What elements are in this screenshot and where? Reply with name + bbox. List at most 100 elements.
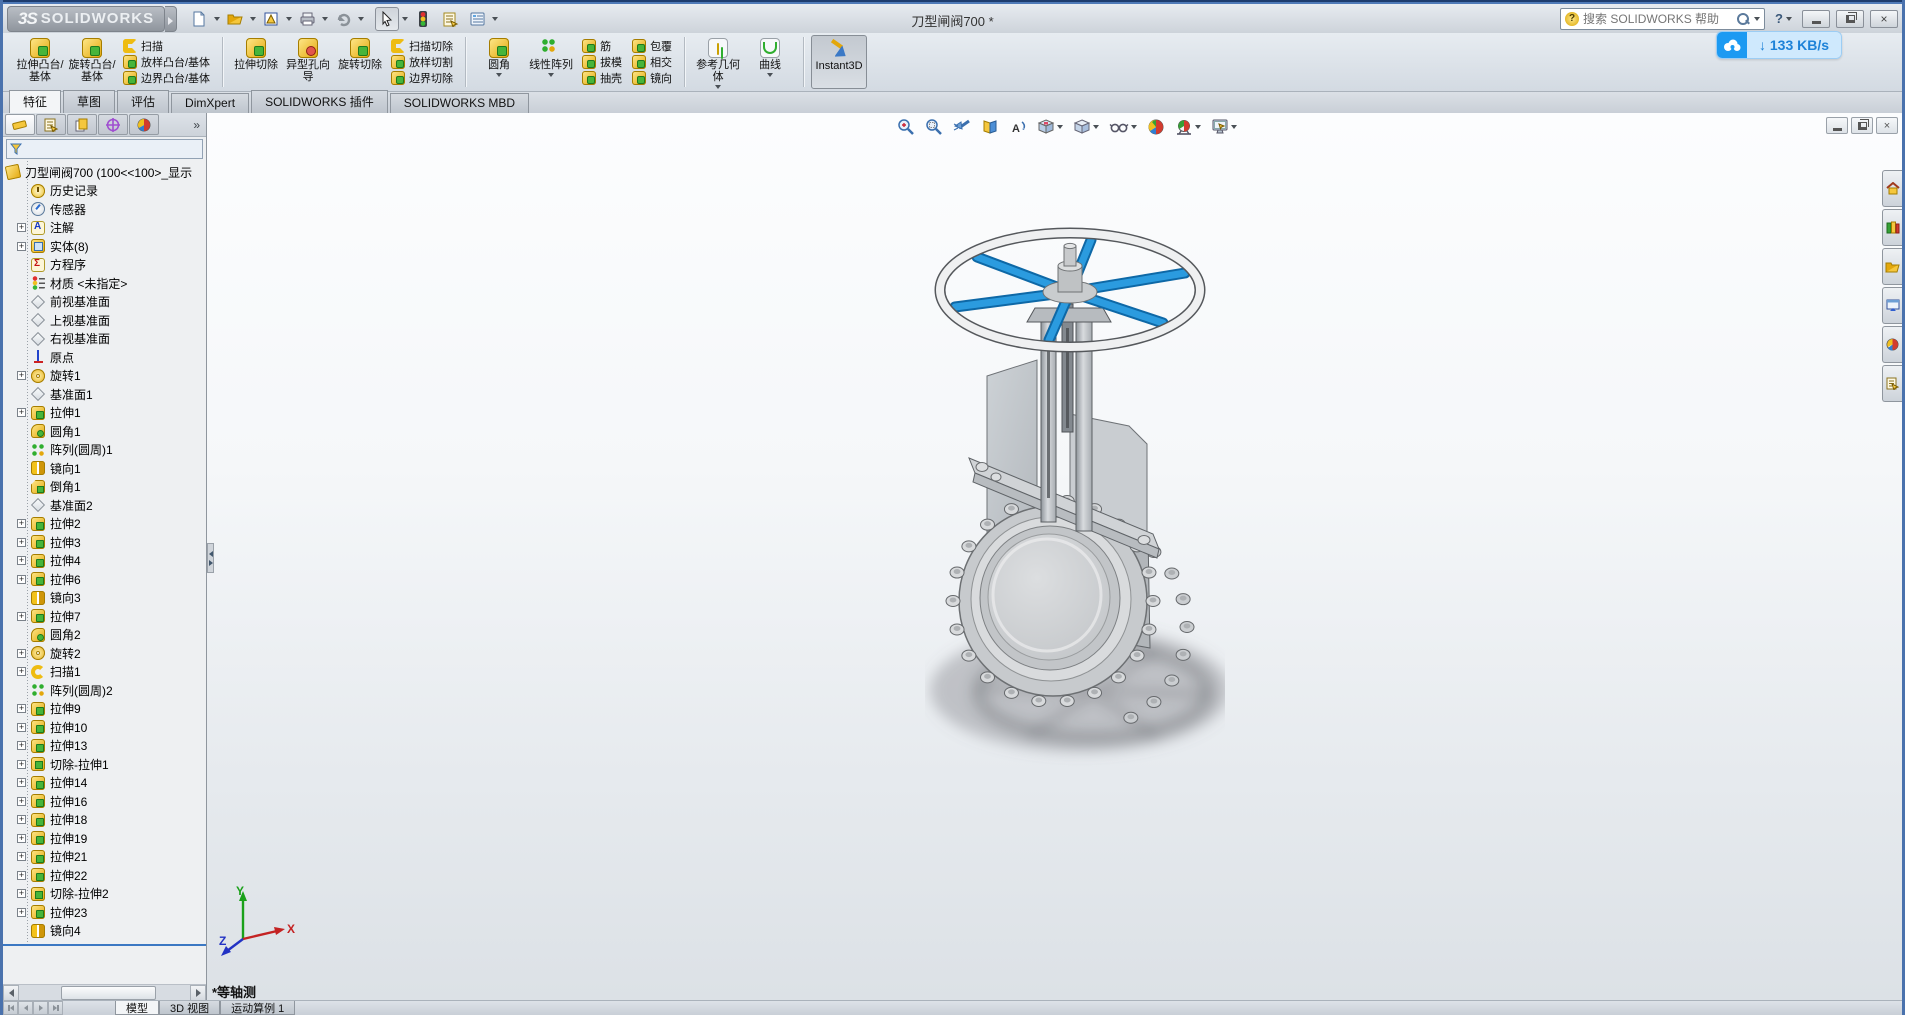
tree-filter-field[interactable] [6,139,203,159]
expand-toggle-icon[interactable]: + [17,741,26,751]
command-tab-草图[interactable]: 草图 [63,90,116,113]
expand-toggle-icon[interactable]: + [17,223,26,233]
tree-item-阵列(圆周)1[interactable]: 阵列(圆周)1 [3,441,206,460]
boundary-button[interactable]: 边界凸台/基体 [120,70,213,86]
sweep-button[interactable]: 扫描 [120,38,213,54]
open-dropdown-icon[interactable] [250,16,257,21]
tree-item-圆角1[interactable]: 圆角1 [3,422,206,441]
print-icon[interactable] [295,7,319,31]
tree-item-拉伸4[interactable]: + 拉伸4 [3,552,206,571]
new-document-icon[interactable] [187,7,211,31]
loft-button[interactable]: 放样凸台/基体 [120,54,213,70]
help-dropdown-icon[interactable] [1786,16,1792,21]
tree-item-切除-拉伸1[interactable]: + 切除-拉伸1 [3,755,206,774]
boss-extrude-button[interactable]: 拉伸凸台/基体 [14,35,66,89]
view-settings-dropdown-icon[interactable] [1231,125,1237,129]
expand-toggle-icon[interactable]: + [17,889,26,899]
open-icon[interactable] [223,7,247,31]
view-orientation-dropdown-icon[interactable] [1057,125,1063,129]
tree-item-拉伸13[interactable]: + 拉伸13 [3,737,206,756]
tree-item-拉伸3[interactable]: + 拉伸3 [3,533,206,552]
section-view-icon[interactable] [979,116,1001,138]
hide-show-items-icon[interactable] [1107,116,1139,138]
command-tab-评估[interactable]: 评估 [117,90,170,113]
nav-first-button[interactable] [3,1001,18,1015]
tree-item-镜向4[interactable]: 镜向4 [3,922,206,941]
tree-item-右视基准面[interactable]: 右视基准面 [3,330,206,349]
expand-toggle-icon[interactable]: + [17,907,26,917]
panel-tab-overflow-chevron[interactable]: » [193,118,204,132]
tree-item-切除-拉伸2[interactable]: + 切除-拉伸2 [3,885,206,904]
print-dropdown-icon[interactable] [322,16,329,21]
appearances-scenes-icon[interactable] [1882,326,1902,363]
expand-toggle-icon[interactable]: + [17,870,26,880]
reference-geometry-button[interactable]: 参考几何体 [692,35,744,89]
select-icon[interactable] [375,6,400,31]
panel-splitter-handle[interactable] [207,543,214,573]
curves-dropdown-icon[interactable] [767,73,774,77]
expand-toggle-icon[interactable]: + [17,815,26,825]
scroll-left-arrow[interactable] [3,984,19,1001]
tree-item-拉伸16[interactable]: + 拉伸16 [3,792,206,811]
tree-item-拉伸23[interactable]: + 拉伸23 [3,903,206,922]
hide-show-dropdown-icon[interactable] [1131,125,1137,129]
display-style-icon[interactable] [1071,116,1101,138]
restore-button[interactable] [1836,9,1864,28]
tree-item-注解[interactable]: + 注解 [3,219,206,238]
tree-item-拉伸7[interactable]: + 拉伸7 [3,607,206,626]
expand-toggle-icon[interactable]: + [17,759,26,769]
make-drawing-icon[interactable] [259,7,283,31]
tree-item-历史记录[interactable]: 历史记录 [3,182,206,201]
expand-toggle-icon[interactable]: + [17,722,26,732]
select-dropdown-icon[interactable] [402,16,409,21]
expand-toggle-icon[interactable]: + [17,519,26,529]
mirror-button[interactable]: 镜向 [629,70,675,86]
command-tab-DimXpert[interactable]: DimXpert [171,93,250,113]
tree-item-拉伸2[interactable]: + 拉伸2 [3,515,206,534]
tree-item-拉伸6[interactable]: + 拉伸6 [3,570,206,589]
nav-last-button[interactable] [48,1001,63,1015]
expand-toggle-icon[interactable]: + [17,704,26,714]
instant3d-button[interactable]: Instant3D [811,35,868,89]
tree-item-材质 <未指定>[interactable]: 材质 <未指定> [3,274,206,293]
command-tab-特征[interactable]: 特征 [9,90,62,114]
hole-wizard-button[interactable]: 异型孔向导 [282,35,334,89]
linear-pattern-dropdown-icon[interactable] [548,73,555,77]
zoom-fit-icon[interactable] [895,116,917,138]
bottom-tab-运动算例 1[interactable]: 运动算例 1 [220,1001,296,1015]
tree-item-圆角2[interactable]: 圆角2 [3,626,206,645]
tree-item-拉伸14[interactable]: + 拉伸14 [3,774,206,793]
linear-pattern-button[interactable]: 线性阵列 [525,35,577,89]
minimize-button[interactable] [1802,9,1830,28]
shell-button[interactable]: 抽壳 [579,70,625,86]
zoom-area-icon[interactable] [923,116,945,138]
expand-toggle-icon[interactable]: + [17,556,26,566]
doc-restore-button[interactable] [1851,117,1873,134]
featuremanager-icon[interactable] [5,114,35,135]
tree-item-实体(8)[interactable]: + 实体(8) [3,237,206,256]
rotate-view-icon[interactable]: A [1007,116,1029,138]
tree-item-基准面1[interactable]: 基准面1 [3,385,206,404]
view-palette-icon[interactable] [1882,287,1902,324]
view-settings-icon[interactable] [1209,116,1239,138]
cut-extrude-button[interactable]: 拉伸切除 [230,35,282,89]
command-tab-SOLIDWORKS 插件[interactable]: SOLIDWORKS 插件 [251,90,388,113]
undo-dropdown-icon[interactable] [358,16,365,21]
propertymanager-icon[interactable] [36,114,66,135]
graphics-viewport[interactable]: A × Y X Z *等轴测 [207,113,1902,1000]
expand-toggle-icon[interactable]: + [17,371,26,381]
dimxpertmanager-icon[interactable] [98,114,128,135]
custom-properties-icon[interactable] [1882,365,1902,402]
file-properties-icon[interactable] [438,7,462,31]
rebuild-stoplight-icon[interactable] [411,7,435,31]
solidworks-resources-icon[interactable] [1882,170,1902,207]
reference-geometry-dropdown-icon[interactable] [715,85,722,89]
lofted-cut-button[interactable]: 放样切割 [388,54,456,70]
intersect-button[interactable]: 相交 [629,54,675,70]
doc-close-button[interactable]: × [1876,117,1898,134]
command-tab-SOLIDWORKS MBD[interactable]: SOLIDWORKS MBD [389,93,530,113]
tree-item-倒角1[interactable]: 倒角1 [3,478,206,497]
tree-item-拉伸18[interactable]: + 拉伸18 [3,811,206,830]
expand-toggle-icon[interactable]: + [17,852,26,862]
rib-button[interactable]: 筋 [579,38,625,54]
